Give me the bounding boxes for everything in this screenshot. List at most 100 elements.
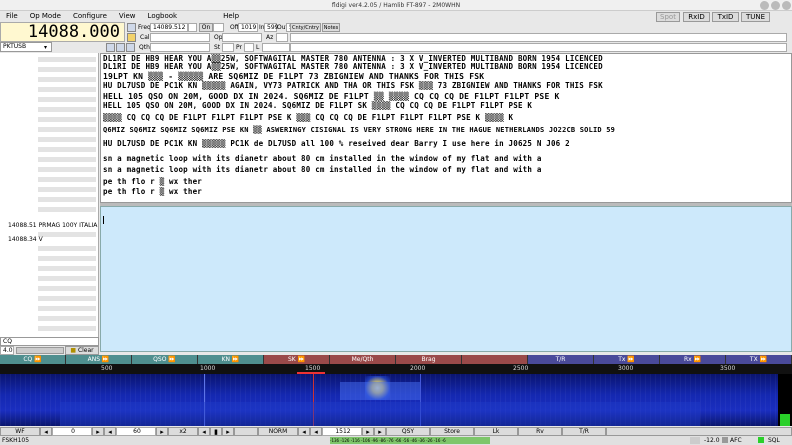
channel-list[interactable]: 14088.51 PRMAG 100Y ITALIA 14088.34 V [0,53,99,345]
offset-down-button[interactable]: ◂ [40,427,52,436]
spot-button[interactable]: Spot [656,12,680,22]
zoom-button[interactable]: x2 [168,427,198,436]
rx-line: HELL 105 QSO ON 20M, GOOD DX IN 2024. SQ… [103,101,533,110]
call-field[interactable] [150,33,210,42]
state-label: St [214,44,221,51]
comment-field[interactable] [290,43,787,52]
squelch-slider[interactable] [690,437,700,444]
zoom-in-button[interactable]: ▸ [222,427,234,436]
qsy-button[interactable]: QSY [386,427,430,436]
menu-file[interactable]: File [0,11,24,22]
qth-label: Qth [139,44,150,51]
rx-line: DL1RI DE HB9 HEAR YOU A▒▒25W, SOFTWAGITA… [103,62,603,71]
macro-button[interactable]: ANS ⏩ [66,355,132,364]
log-freq-field[interactable]: 14089.512 [150,23,188,32]
macro-button[interactable]: QSO ⏩ [132,355,198,364]
rate-field[interactable]: 60 [116,427,156,436]
rst-in-field[interactable]: 599 [264,23,278,32]
macro-button[interactable]: SK ⏩ [264,355,330,364]
ruler-tick-label: 2500 [513,365,529,372]
window-title-bar: fldigi ver4.2.05 / Hamlib FT-897 - 2M0WH… [0,0,792,11]
rate-down-button[interactable]: ◂ [104,427,116,436]
rate-up-button[interactable]: ▸ [156,427,168,436]
pause-button[interactable]: ▮ [210,427,222,436]
signal-scale: -136 -126 -116 -106 -96 -86 -76 -66 -56 … [330,437,490,444]
lock-toggle[interactable]: Lk [474,427,518,436]
macro-button[interactable]: T/R [528,355,594,364]
macro-button[interactable]: KN ⏩ [198,355,264,364]
menu-view[interactable]: View [113,11,142,22]
macro-button[interactable]: Tx ⏩ [594,355,660,364]
bandwidth-slider[interactable] [16,347,64,354]
country-button[interactable]: Cnty/Cntry [290,23,321,32]
az-label: Az [266,34,274,41]
clear-log-button[interactable] [116,43,125,52]
receive-text-pane[interactable]: DL1RI DE HB9 HEAR YOU A▒▒25W, SOFTWAGITA… [100,53,792,203]
search-button[interactable] [106,43,115,52]
freq-up-button[interactable] [127,23,136,32]
macro-button[interactable]: CQ ⏩ [0,355,66,364]
offset-up-button[interactable]: ▸ [92,427,104,436]
locator-field[interactable] [262,43,290,52]
on-time-field[interactable] [213,23,224,32]
zoom-out-button[interactable]: ◂ [198,427,210,436]
qth-field[interactable] [150,43,210,52]
sql-toggle[interactable]: SQL [768,436,780,445]
notes-button[interactable]: Notes [322,23,340,32]
menu-op-mode[interactable]: Op Mode [24,11,67,22]
notes-field[interactable] [290,33,787,42]
store-button[interactable]: Store [430,427,474,436]
ruler-tick-label: 500 [101,365,113,372]
clear-button[interactable]: ■ Clear [65,346,99,355]
state-field[interactable] [222,43,234,52]
close-button[interactable] [782,1,791,10]
macro-button[interactable]: Me/Qth [330,355,396,364]
save-log-button[interactable] [126,43,135,52]
rxid-button[interactable]: RxID [683,12,710,22]
on-button[interactable]: On [199,23,213,32]
rx-line: pe th flo r ▒ wx ther [103,187,203,196]
transmit-text-pane[interactable] [100,206,792,352]
az-field[interactable] [276,33,288,42]
waterfall-mode-button[interactable]: WF [0,427,40,436]
afc-indicator [722,437,728,443]
minimize-button[interactable] [760,1,769,10]
maximize-button[interactable] [771,1,780,10]
carrier-down-button[interactable]: ◂ [298,427,310,436]
menu-logbook[interactable]: Logbook [142,11,184,22]
spacer-button[interactable] [234,427,258,436]
lock-button[interactable] [127,33,136,42]
carrier-step-up-button[interactable]: ▸ [362,427,374,436]
waterfall-display[interactable] [0,374,778,426]
rx-line: HELL 105 QSO ON 20M, GOOD DX IN 2024. SQ… [103,92,560,101]
txid-button[interactable]: TxID [712,12,739,22]
macro-button[interactable]: Brag [396,355,462,364]
cq-field[interactable]: CQ [0,337,99,346]
carrier-field[interactable]: 1512 [322,427,362,436]
tx-level-button[interactable] [606,427,792,436]
macro-button[interactable]: Rx ⏩ [660,355,726,364]
menu-configure[interactable]: Configure [67,11,113,22]
log-freq-spacer[interactable] [188,23,197,32]
carrier-up-button[interactable]: ▸ [374,427,386,436]
frequency-display[interactable]: 14088.000 [0,22,125,42]
reverse-toggle[interactable]: Rv [518,427,562,436]
tune-button[interactable]: TUNE [741,12,770,22]
carrier-step-down-button[interactable]: ◂ [310,427,322,436]
channel-row[interactable]: 14088.51 PRMAG 100Y ITALIA [8,222,97,229]
tr-button[interactable]: T/R [562,427,606,436]
macro-button[interactable]: TX ⏩ [726,355,792,364]
afc-toggle[interactable]: AFC [730,436,742,445]
rx-line: pe th flo r ▒ wx ther [103,177,203,186]
menu-help[interactable]: Help [217,11,245,22]
norm-button[interactable]: NORM [258,427,298,436]
off-time-field[interactable]: 1019 [238,23,258,32]
mode-status[interactable]: FSKH105 [2,436,29,445]
offset-field[interactable]: 0 [52,427,92,436]
frequency-ruler[interactable]: 500 1000 1500 2000 2500 3000 3500 [0,364,792,374]
bandwidth-field[interactable]: 4.0 [0,346,14,355]
province-field[interactable] [244,43,254,52]
channel-row[interactable]: 14088.34 V [8,236,43,243]
macro-button[interactable] [462,355,528,364]
op-field[interactable] [222,33,262,42]
